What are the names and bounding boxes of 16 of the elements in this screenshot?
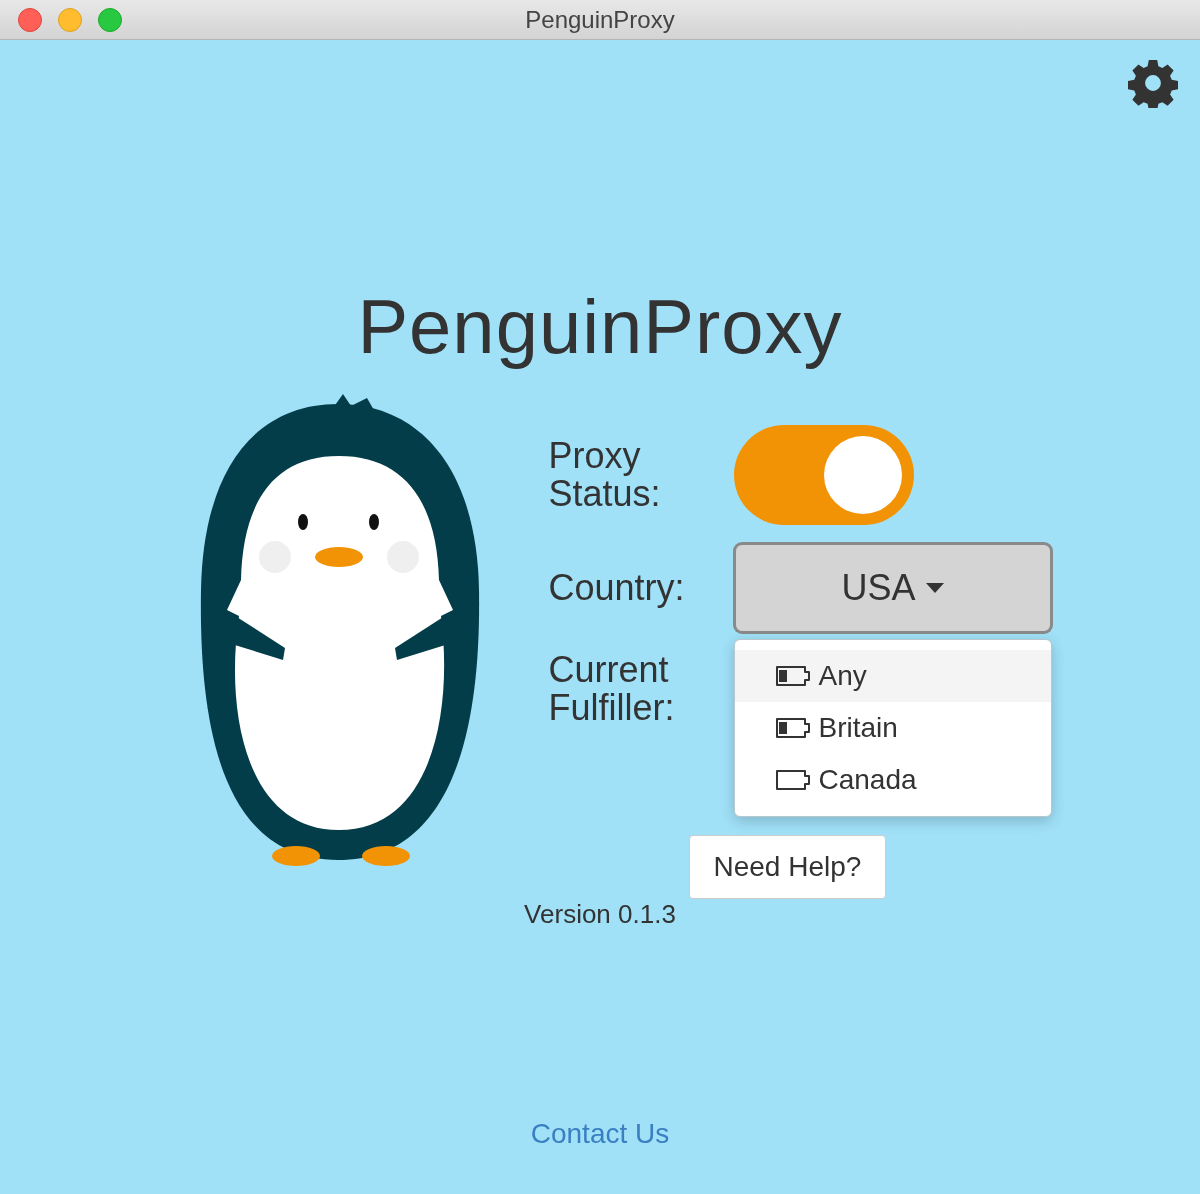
minimize-button[interactable] [58, 7, 82, 32]
country-label: Country: [548, 569, 686, 607]
window-title: PenguinProxy [525, 5, 675, 33]
country-option[interactable]: Any [734, 650, 1051, 702]
close-button[interactable] [18, 7, 42, 32]
settings-icon[interactable] [1128, 58, 1178, 108]
fulfiller-label: Current Fulfiller: [548, 651, 676, 727]
app-title: PenguinProxy [357, 284, 843, 370]
country-option[interactable]: Britain [734, 702, 1051, 754]
country-option[interactable]: Canada [734, 754, 1051, 806]
help-button[interactable]: Need Help? [688, 835, 887, 899]
country-dropdown[interactable]: USA [733, 543, 1052, 633]
version-text: Version 0.1.3 [524, 899, 676, 930]
zoom-button[interactable] [98, 7, 122, 32]
caret-icon [925, 583, 944, 593]
proxy-status-label: Proxy Status: [548, 437, 662, 513]
